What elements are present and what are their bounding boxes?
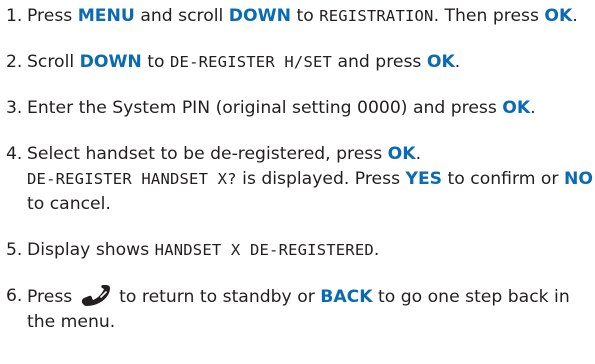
step-number: 5.: [6, 240, 23, 260]
instruction-text: to cancel.: [27, 194, 111, 214]
instruction-text: to confirm or: [442, 169, 564, 189]
instruction-text: to: [141, 52, 170, 72]
instruction-step: 3. Enter the System PIN (original setting…: [6, 96, 595, 121]
instruction-text: Select handset to be de-registered, pres…: [27, 144, 388, 164]
key-name: NO: [563, 169, 593, 189]
instruction-text: Display shows: [27, 240, 155, 260]
step-text: Display shows HANDSET X DE-REGISTERED.: [27, 238, 595, 263]
instruction-text: to return to standby or: [113, 287, 321, 307]
instruction-text: Enter the System PIN (original setting 0…: [27, 98, 503, 118]
key-name: DOWN: [228, 6, 292, 26]
instruction-step: 5. Display shows HANDSET X DE-REGISTERED.: [6, 238, 595, 263]
instruction-text: and press: [332, 52, 427, 72]
instruction-step: 2. Scroll DOWN to DE-REGISTER H/SET and p…: [6, 50, 595, 75]
display-text: REGISTRATION: [319, 7, 434, 25]
instruction-text: to: [291, 6, 320, 26]
display-text: HANDSET X DE-REGISTERED: [154, 241, 374, 259]
step-number: 2.: [6, 52, 23, 72]
instruction-step: 4. Select handset to be de-registered, pr…: [6, 142, 595, 217]
instruction-page: 1. Press MENU and scroll DOWN to REGISTRA…: [0, 0, 595, 364]
step-text: Select handset to be de-registered, pres…: [27, 142, 595, 217]
end-call-handset-icon: [80, 284, 112, 306]
instruction-steps-list: 1. Press MENU and scroll DOWN to REGISTRA…: [6, 4, 595, 335]
instruction-text: is displayed. Press: [236, 169, 406, 189]
key-name: OK: [387, 144, 416, 164]
key-name: OK: [502, 98, 531, 118]
step-number: 3.: [6, 98, 23, 118]
key-name: DOWN: [79, 52, 142, 72]
step-text: Press MENU and scroll DOWN to REGISTRATI…: [27, 4, 595, 29]
key-name: OK: [544, 6, 573, 26]
instruction-step: 6. Press to return to standby or BACK to …: [6, 284, 595, 335]
step-text: Enter the System PIN (original setting 0…: [27, 96, 595, 121]
instruction-text: .: [415, 144, 422, 164]
display-text: DE-REGISTER H/SET: [170, 53, 333, 71]
display-text: DE-REGISTER HANDSET X?: [27, 170, 237, 188]
instruction-text: .: [373, 240, 380, 260]
key-name: YES: [405, 169, 443, 189]
step-text: Scroll DOWN to DE-REGISTER H/SET and pre…: [27, 50, 595, 75]
key-name: BACK: [320, 287, 373, 307]
step-number: 1.: [6, 6, 23, 26]
instruction-step: 1. Press MENU and scroll DOWN to REGISTRA…: [6, 4, 595, 29]
instruction-text: .: [454, 52, 461, 72]
instruction-text: Scroll: [27, 52, 80, 72]
instruction-text: Press: [27, 6, 78, 26]
instruction-text: Press: [27, 287, 78, 307]
step-text: Press to return to standby or BACK to go…: [27, 284, 595, 335]
step-number: 4.: [6, 144, 23, 164]
step-number: 6.: [6, 286, 23, 306]
instruction-text: .: [530, 98, 536, 118]
instruction-text: .: [572, 6, 578, 26]
instruction-text: and scroll: [134, 6, 229, 26]
instruction-text: . Then press: [433, 6, 545, 26]
key-name: OK: [426, 52, 455, 72]
key-name: MENU: [77, 6, 135, 26]
